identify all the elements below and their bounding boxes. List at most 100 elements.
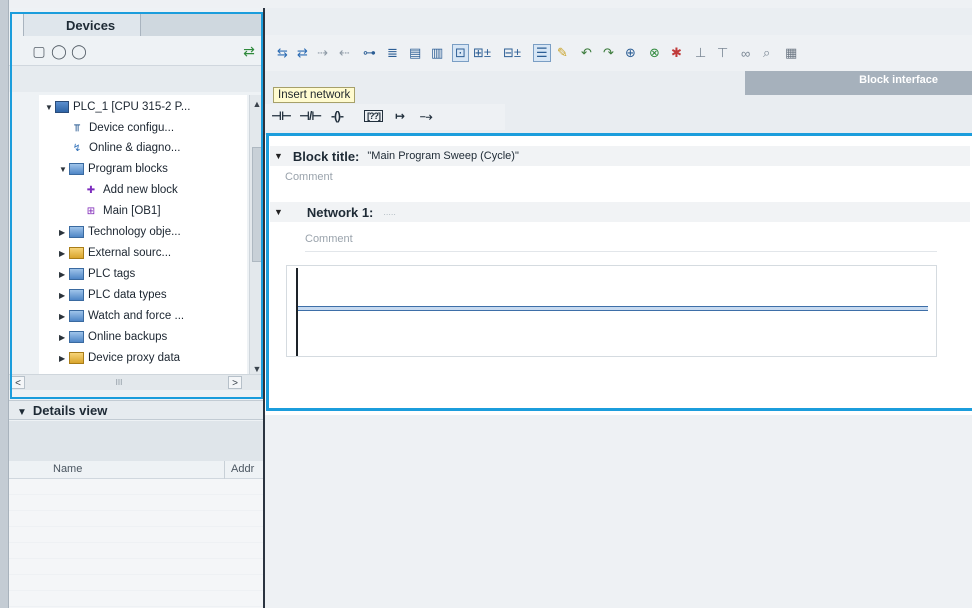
folder-icon	[69, 226, 84, 238]
tree-horizontal-scrollbar[interactable]: < III >	[9, 374, 263, 390]
power-rail	[296, 268, 298, 356]
editor-toolbar: ⇆ ⇄ ⇢ ⇠ ⊶ ≣ ▤ ▥ ⊡ ⊞± ⊟± ☰ ✎ ↶ ↷ ⊕ ⊗ ✱ ⊥ …	[265, 35, 972, 71]
devices-tab[interactable]: Devices	[23, 12, 141, 36]
details-view-header[interactable]: ▼ Details view	[9, 400, 263, 420]
block-interface-label[interactable]: Block interface	[859, 74, 938, 86]
tree-item-label: Add new block	[103, 184, 178, 196]
tree-vertical-scrollbar[interactable]: ▲ ▼	[249, 95, 263, 378]
ladder-network[interactable]	[286, 265, 937, 357]
absolute-operand-icon[interactable]: ⊶	[363, 44, 376, 62]
step-icon[interactable]: ⊥	[695, 44, 706, 62]
collapse-arrow-icon[interactable]: ▶	[59, 228, 69, 237]
layout-icon[interactable]: ▥	[431, 44, 443, 62]
step-over-icon[interactable]: ⊤	[717, 44, 728, 62]
coil-icon[interactable]: -()-	[331, 109, 344, 123]
scroll-up-icon[interactable]: ▲	[251, 97, 263, 111]
block-comment[interactable]: Comment	[285, 171, 333, 183]
expand-all-icon[interactable]: ▤	[409, 44, 421, 62]
new-item-icon[interactable]: ▢	[31, 43, 47, 59]
tree-item-label: PLC data types	[88, 289, 167, 301]
compare-icon[interactable]: ⊗	[649, 44, 660, 62]
folder-icon	[69, 247, 84, 259]
open-branch-icon[interactable]: ↦	[395, 109, 405, 123]
column-separator[interactable]	[224, 461, 225, 479]
device-config-icon: ⫪	[74, 122, 80, 134]
tree-item-plc-tags[interactable]: ▶ PLC tags	[59, 264, 135, 284]
empty-box-icon[interactable]: [??]	[364, 110, 383, 122]
empty-rung[interactable]	[298, 306, 928, 311]
tree-item-label: External sourc...	[88, 247, 172, 259]
tree-item-program-blocks[interactable]: ▼ Program blocks	[59, 159, 168, 179]
tag-info-icon[interactable]: ☰	[533, 44, 551, 62]
network-disconnect-icon[interactable]: ⇄	[297, 44, 308, 62]
goto-error-next-icon[interactable]: ↷	[603, 44, 614, 62]
search-icon[interactable]: ⌕	[763, 44, 770, 62]
top-strip	[9, 0, 972, 8]
delete-row-icon[interactable]: ⇠	[339, 44, 350, 62]
insert-row-icon[interactable]: ⇢	[317, 44, 328, 62]
tree-item-device-configuration[interactable]: ⫪ Device configu...	[69, 118, 174, 138]
ob-block-icon: ⊞	[86, 205, 96, 217]
chevron-down-icon[interactable]: ▼	[274, 207, 283, 217]
no-contact-icon[interactable]: ⊣⊢	[271, 109, 292, 123]
tree-item-external-sources[interactable]: ▶ External sourc...	[59, 243, 171, 263]
grid-icon[interactable]: ▦	[785, 44, 797, 62]
left-collapsed-rail[interactable]	[0, 0, 9, 608]
network-1-header[interactable]: ▼ Network 1: .....	[270, 202, 970, 222]
tree-item-label: Device proxy data	[88, 352, 181, 364]
forward-icon[interactable]: ◯	[71, 43, 87, 59]
nc-contact-icon[interactable]: ⊣/⊢	[299, 109, 322, 123]
tree-item-online-backups[interactable]: ▶ Online backups	[59, 327, 167, 347]
folder-icon	[69, 352, 84, 364]
close-branch-icon[interactable]: ⤍	[420, 109, 433, 124]
switch-view-icon[interactable]: ⇄	[241, 43, 257, 59]
expand-arrow-icon[interactable]: ▼	[45, 103, 55, 112]
link-icon[interactable]: ∞	[741, 44, 750, 62]
collapse-arrow-icon[interactable]: ▶	[59, 312, 69, 321]
tree-item-add-new-block[interactable]: ✚ Add new block	[83, 180, 178, 200]
back-icon[interactable]: ◯	[51, 43, 67, 59]
show-favorites-icon[interactable]: ⊟±	[503, 44, 521, 62]
network-title-field[interactable]: .....	[383, 207, 396, 217]
scroll-left-icon[interactable]: <	[11, 376, 25, 389]
edit-icon[interactable]: ✎	[557, 44, 568, 62]
tree-item-online-diagnostics[interactable]: ↯ Online & diagno...	[69, 138, 181, 158]
collapse-arrow-icon[interactable]: ▶	[59, 333, 69, 342]
scroll-right-icon[interactable]: >	[228, 376, 242, 389]
tree-item-plc-data-types[interactable]: ▶ PLC data types	[59, 285, 167, 305]
tree-item-label: Online backups	[88, 331, 168, 343]
goto-error-prev-icon[interactable]: ↶	[581, 44, 592, 62]
collapse-arrow-icon[interactable]: ▶	[59, 249, 69, 258]
tree-item-label: Online & diagno...	[89, 142, 181, 154]
tree-item-main-ob1[interactable]: ⊞ Main [OB1]	[83, 201, 161, 221]
block-title-row[interactable]: ▼ Block title: "Main Program Sweep (Cycl…	[270, 146, 970, 166]
scroll-thumb-grip[interactable]: III	[99, 378, 139, 387]
column-header-name[interactable]: Name	[53, 463, 82, 475]
comments-icon[interactable]: ⊡	[452, 44, 469, 62]
program-editor: ⇆ ⇄ ⇢ ⇠ ⊶ ≣ ▤ ▥ ⊡ ⊞± ⊟± ☰ ✎ ↶ ↷ ⊕ ⊗ ✱ ⊥ …	[265, 8, 972, 608]
tree-item-watch-and-force[interactable]: ▶ Watch and force ...	[59, 306, 184, 326]
network-connect-icon[interactable]: ⇆	[277, 44, 288, 62]
folder-icon	[69, 163, 84, 175]
tree-item-plc[interactable]: ▼ PLC_1 [CPU 315-2 P...	[45, 97, 190, 117]
program-area[interactable]: ▼ Block title: "Main Program Sweep (Cycl…	[265, 135, 972, 415]
collapse-arrow-icon[interactable]: ▶	[59, 291, 69, 300]
tree-item-device-proxy-data[interactable]: ▶ Device proxy data	[59, 348, 180, 368]
expand-arrow-icon[interactable]: ▼	[59, 165, 69, 174]
column-header-address[interactable]: Addr	[231, 463, 254, 475]
details-column-headers: Name Addr	[9, 461, 263, 479]
tree-header-band	[9, 66, 263, 92]
favorites-icon[interactable]: ⊞±	[473, 44, 491, 62]
collapse-arrow-icon[interactable]: ▶	[59, 270, 69, 279]
tree-item-technology-objects[interactable]: ▶ Technology obje...	[59, 222, 181, 242]
network-comment[interactable]: Comment	[305, 233, 937, 252]
scroll-thumb[interactable]	[252, 147, 262, 262]
chevron-down-icon[interactable]: ▼	[17, 407, 27, 418]
tree-item-label: Program blocks	[88, 163, 168, 175]
breakpoint-icon[interactable]: ✱	[671, 44, 682, 62]
block-title-value[interactable]: "Main Program Sweep (Cycle)"	[367, 150, 518, 162]
collapse-arrow-icon[interactable]: ▶	[59, 354, 69, 363]
collapse-all-icon[interactable]: ≣	[387, 44, 398, 62]
chevron-down-icon[interactable]: ▼	[274, 151, 283, 161]
monitor-icon[interactable]: ⊕	[625, 44, 636, 62]
